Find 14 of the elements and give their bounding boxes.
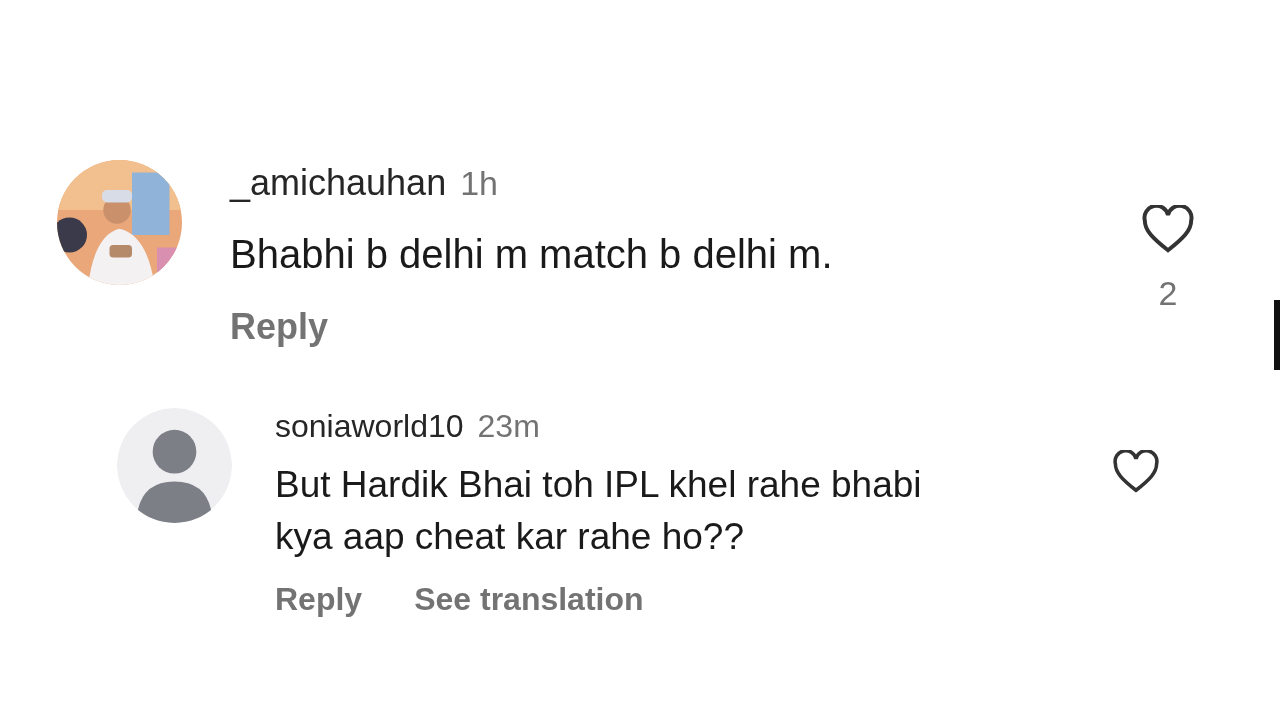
comment-text: Bhabhi b delhi m match b delhi m. <box>230 231 834 278</box>
username[interactable]: _amichauhan <box>230 162 447 204</box>
heart-icon[interactable] <box>1112 450 1160 494</box>
translation-link[interactable]: See translation <box>414 580 644 618</box>
scroll-indicator <box>1274 300 1280 370</box>
comment-time: 23m <box>477 408 540 445</box>
reply-link[interactable]: Reply <box>230 306 329 348</box>
comment-time: 1h <box>460 164 498 203</box>
username[interactable]: soniaworld10 <box>275 408 464 445</box>
comment-text: But Hardik Bhai toh IPL khel rahe bhabi kya aap cheat kar rahe ho?? <box>275 463 923 559</box>
like-count: 2 <box>1158 273 1178 313</box>
reply-link[interactable]: Reply <box>275 580 363 618</box>
avatar-placeholder-icon <box>117 408 232 523</box>
heart-icon[interactable] <box>1141 205 1195 254</box>
